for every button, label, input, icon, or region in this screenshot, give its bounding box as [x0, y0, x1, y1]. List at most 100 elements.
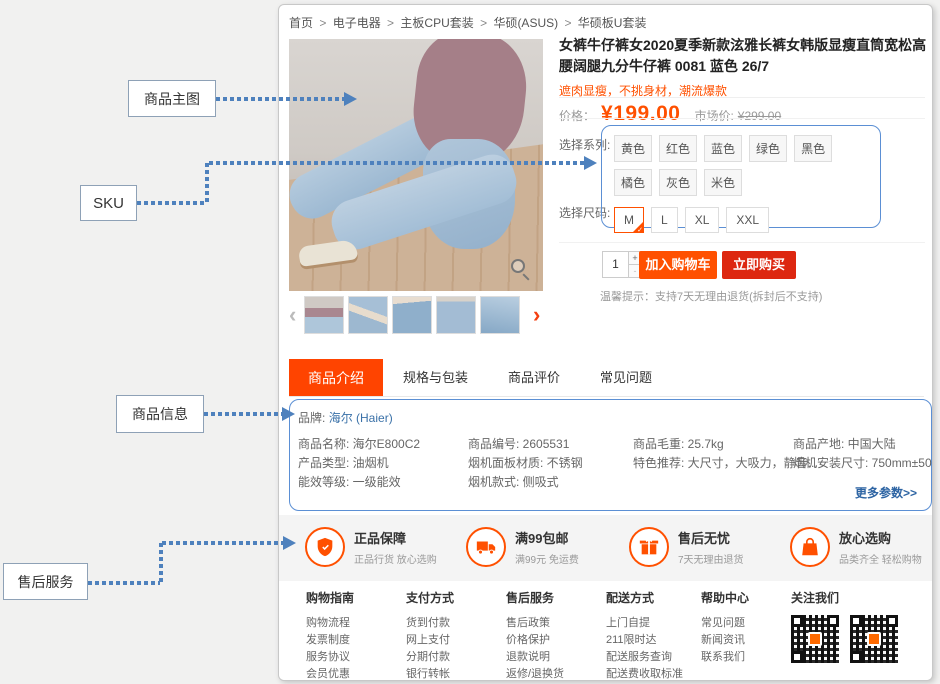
truck-icon [466, 527, 506, 567]
footer-link[interactable]: 新闻资讯 [701, 632, 749, 649]
brand-link[interactable]: 海尔 (Haier) [329, 411, 393, 425]
info-item: 商品名称: 海尔E800C2 [298, 435, 420, 454]
annotation-arrow-line [205, 163, 209, 205]
series-option[interactable]: 黑色 [794, 135, 832, 162]
footer-link[interactable]: 联系我们 [701, 649, 749, 666]
footer-link[interactable]: 返修/退换货 [506, 666, 564, 680]
thumbnail-2[interactable] [348, 296, 388, 334]
qr-logo [808, 632, 822, 646]
service-title: 满99包邮 [515, 528, 579, 547]
footer-link[interactable]: 退款说明 [506, 649, 564, 666]
qr-code [850, 615, 898, 663]
size-option[interactable]: XXL [726, 207, 769, 233]
info-item: 商品编号: 2605531 [468, 435, 583, 454]
series-option[interactable]: 橘色 [614, 169, 652, 196]
breadcrumb: 首页电子电器主板CPU套装华硕(ASUS)华硕板U套装 [289, 14, 646, 31]
size-option[interactable]: M [614, 207, 644, 233]
site-footer: 购物指南 购物流程发票制度服务协议会员优惠 支付方式 货到付款网上支付分期付款银… [279, 581, 932, 680]
tab-spec-packaging[interactable]: 规格与包装 [383, 359, 488, 396]
add-to-cart-button[interactable]: 加入购物车 [639, 251, 717, 279]
size-option[interactable]: XL [685, 207, 720, 233]
footer-col-payment: 支付方式 货到付款网上支付分期付款银行转帐 [406, 589, 454, 680]
info-item: 烟机安装尺寸: 750mm±50mm (烟... [793, 454, 932, 473]
buy-now-button[interactable]: 立即购买 [722, 251, 796, 279]
market-price-label: 市场价: [694, 109, 733, 123]
info-column-4: 商品产地: 中国大陆烟机安装尺寸: 750mm±50mm (烟... [793, 435, 932, 473]
product-page-panel: 首页电子电器主板CPU套装华硕(ASUS)华硕板U套装 ‹ [278, 4, 933, 681]
breadcrumb-item[interactable]: 电子电器 [333, 16, 401, 30]
service-desc: 品类齐全 轻松购物 [839, 551, 922, 566]
breadcrumb-item[interactable]: 首页 [289, 16, 333, 30]
service-guarantee-strip: 正品保障 正品行货 放心选购 满99包邮 满99元 免运费 [279, 515, 932, 581]
annotation-main-image: 商品主图 [128, 80, 216, 117]
annotation-arrowhead [344, 92, 357, 106]
series-option[interactable]: 灰色 [659, 169, 697, 196]
thumbnails-prev-icon[interactable]: ‹ [289, 301, 296, 329]
detail-tabs: 商品介绍 规格与包装 商品评价 常见问题 [289, 359, 924, 397]
quantity-input[interactable]: 1 [602, 251, 629, 278]
annotation-arrow-line [137, 201, 206, 205]
footer-link[interactable]: 发票制度 [306, 632, 354, 649]
footer-col-title: 帮助中心 [701, 589, 749, 606]
footer-link[interactable]: 服务协议 [306, 649, 354, 666]
annotation-arrowhead [282, 407, 295, 421]
footer-link[interactable]: 211限时达 [606, 632, 683, 649]
footer-link[interactable]: 配送服务查询 [606, 649, 683, 666]
footer-link[interactable]: 网上支付 [406, 632, 454, 649]
series-option[interactable]: 绿色 [749, 135, 787, 162]
service-after-sales: 售后无忧 7天无理由退货 [629, 527, 744, 567]
thumbnails-next-icon[interactable]: › [533, 301, 540, 329]
qr-code [791, 615, 839, 663]
tab-faq[interactable]: 常见问题 [580, 359, 672, 396]
thumbnail-3[interactable] [392, 296, 432, 334]
more-params-link[interactable]: 更多参数>> [855, 484, 917, 501]
product-info-box: 品牌: 海尔 (Haier) 商品名称: 海尔E800C2产品类型: 油烟机能效… [289, 399, 932, 511]
thumbnail-4[interactable] [436, 296, 476, 334]
price-label: 价格： [559, 109, 595, 123]
footer-col-title: 售后服务 [506, 589, 564, 606]
info-item: 产品类型: 油烟机 [298, 454, 420, 473]
thumbnail-1[interactable] [304, 296, 344, 334]
canvas: 首页电子电器主板CPU套装华硕(ASUS)华硕板U套装 ‹ [0, 0, 940, 684]
annotation-arrow-line [159, 543, 163, 585]
footer-link[interactable]: 货到付款 [406, 615, 454, 632]
annotation-arrow-line [209, 161, 584, 165]
product-main-image[interactable] [289, 39, 543, 291]
footer-link[interactable]: 会员优惠 [306, 666, 354, 680]
thumbnail-strip: ‹ › [289, 295, 551, 337]
series-option[interactable]: 红色 [659, 135, 697, 162]
brand-row: 品牌: 海尔 (Haier) [298, 409, 393, 426]
series-option[interactable]: 黄色 [614, 135, 652, 162]
info-column-2: 商品编号: 2605531烟机面板材质: 不锈钢烟机款式: 侧吸式 [468, 435, 583, 492]
series-option[interactable]: 蓝色 [704, 135, 742, 162]
info-item: 烟机款式: 侧吸式 [468, 473, 583, 492]
gift-box-icon [629, 527, 669, 567]
footer-col-help-center: 帮助中心 常见问题新闻资讯联系我们 [701, 589, 749, 666]
footer-link[interactable]: 售后政策 [506, 615, 564, 632]
service-title: 正品保障 [354, 528, 437, 547]
qr-logo [867, 632, 881, 646]
footer-col-shopping-guide: 购物指南 购物流程发票制度服务协议会员优惠 [306, 589, 354, 680]
service-desc: 满99元 免运费 [515, 551, 579, 566]
footer-col-title: 配送方式 [606, 589, 683, 606]
zoom-magnifier-icon[interactable] [511, 259, 531, 279]
divider [559, 118, 925, 119]
footer-link[interactable]: 银行转帐 [406, 666, 454, 680]
series-option[interactable]: 米色 [704, 169, 742, 196]
tab-reviews[interactable]: 商品评价 [488, 359, 580, 396]
breadcrumb-item[interactable]: 华硕(ASUS) [493, 16, 577, 30]
footer-link[interactable]: 常见问题 [701, 615, 749, 632]
size-option[interactable]: L [651, 207, 678, 233]
breadcrumb-item[interactable]: 华硕板U套装 [578, 16, 647, 30]
tab-product-intro[interactable]: 商品介绍 [289, 359, 383, 396]
thumbnail-5[interactable] [480, 296, 520, 334]
annotation-sku: SKU [80, 185, 137, 221]
footer-link[interactable]: 上门自提 [606, 615, 683, 632]
annotation-after-sales: 售后服务 [3, 563, 88, 600]
footer-link[interactable]: 分期付款 [406, 649, 454, 666]
footer-link[interactable]: 价格保护 [506, 632, 564, 649]
breadcrumb-item[interactable]: 主板CPU套装 [400, 16, 493, 30]
footer-link[interactable]: 配送费收取标准 [606, 666, 683, 680]
footer-link[interactable]: 购物流程 [306, 615, 354, 632]
current-price: ¥199.00 [601, 102, 680, 125]
